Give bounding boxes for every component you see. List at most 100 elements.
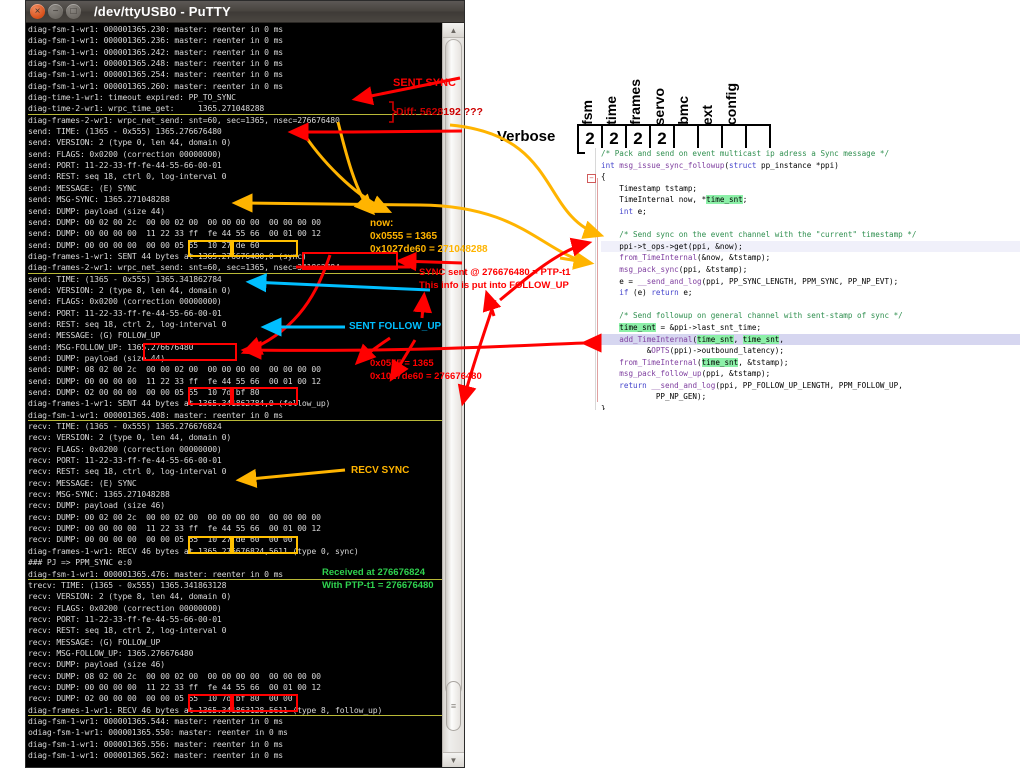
annotation-diff: Diff: 5628192 ??? bbox=[396, 106, 483, 118]
code-line: TimeInternal now, *time_snt; bbox=[601, 195, 748, 205]
annotation-sent-sync: SENT SYNC bbox=[393, 77, 456, 89]
terminal-line: diag-fsm-1-wr1: 000001365.260: master: r… bbox=[28, 80, 284, 91]
terminal-line: send: MSG-SYNC: 1365.271048288 bbox=[28, 194, 170, 205]
terminal-line: diag-fsm-1-wr1: 000001365.408: master: r… bbox=[28, 410, 442, 421]
annotation-fu-hex1: 0x0555 = 1365 bbox=[370, 358, 434, 369]
annotation-now-hex1: 0x0555 = 1365 bbox=[370, 231, 438, 242]
highlight-box-fu-0555 bbox=[188, 387, 232, 405]
terminal-line: diag-time-1-wr1: timeout expired: PP_TO_… bbox=[28, 92, 236, 103]
terminal-line: recv: DUMP: payload (size 46) bbox=[28, 659, 165, 670]
terminal-line: send: DUMP: payload (size 44) bbox=[28, 205, 165, 216]
highlight-box-sync-1027de60 bbox=[232, 240, 298, 257]
terminal-line: diag-frames-2-wr1: wrpc_net_send: snt=60… bbox=[28, 114, 340, 125]
code-line: return __send_and_log(ppi, PP_FOLLOW_UP_… bbox=[619, 380, 903, 390]
verbose-column-label-frames: frames bbox=[627, 79, 643, 125]
window-title-bar[interactable]: × − □ /dev/ttyUSB0 - PuTTY bbox=[26, 1, 464, 23]
annotation-now-label: now: bbox=[370, 218, 394, 229]
terminal-line: odiag-fsm-1-wr1: 000001365.550: master: … bbox=[28, 727, 288, 738]
terminal-line: diag-fsm-1-wr1: 000001365.544: master: r… bbox=[28, 715, 284, 726]
code-line: int msg_issue_sync_followup(struct pp_in… bbox=[601, 160, 839, 170]
verbose-column-label-config: config bbox=[723, 83, 739, 125]
terminal-line: diag-fsm-1-wr1: 000001365.562: master: r… bbox=[28, 750, 284, 760]
code-line: PP_NP_GEN); bbox=[601, 392, 707, 402]
scrollbar-thumb[interactable]: ≡ bbox=[446, 681, 461, 731]
highlight-box-sent-sync-time bbox=[302, 252, 398, 270]
terminal-line: recv: FLAGS: 0x0200 (correction 00000000… bbox=[28, 443, 222, 454]
highlight-box-msg-follow-up bbox=[143, 343, 237, 361]
highlight-box-fu-107dbf80 bbox=[232, 387, 298, 405]
code-line: } bbox=[601, 404, 606, 410]
minimize-glyph: − bbox=[52, 5, 59, 17]
code-line: &OPTS(ppi)->outbound_latency); bbox=[601, 346, 784, 356]
terminal-line: recv: MSG-SYNC: 1365.271048288 bbox=[28, 489, 170, 500]
highlight-box-recv-1027de60 bbox=[232, 536, 298, 554]
terminal-line: recv: MESSAGE: (G) FOLLOW_UP bbox=[28, 636, 161, 647]
terminal-scrollbar[interactable]: ▲ ≡ ▼ bbox=[442, 23, 464, 767]
maximize-icon[interactable]: □ bbox=[66, 4, 81, 19]
verbose-column-label-servo: servo bbox=[651, 87, 667, 125]
scrollbar-track-fill[interactable] bbox=[445, 39, 462, 696]
highlight-box-sync-0555 bbox=[188, 240, 232, 257]
terminal-line: recv: VERSION: 2 (type 8, len 44, domain… bbox=[28, 591, 232, 602]
code-line: if (e) return e; bbox=[619, 288, 693, 298]
terminal-line: send: FLAGS: 0x0200 (correction 00000000… bbox=[28, 148, 222, 159]
terminal-line: recv: DUMP: 08 02 00 2c 00 00 02 00 00 0… bbox=[28, 670, 321, 681]
terminal-line: recv: MSG-FOLLOW_UP: 1365.276676480 bbox=[28, 647, 194, 658]
verbose-column-label-bmc: bmc bbox=[675, 96, 691, 125]
terminal-line: diag-fsm-1-wr1: 000001365.236: master: r… bbox=[28, 35, 284, 46]
verbose-column-label-ext: ext bbox=[699, 104, 715, 125]
code-line: time_snt = &ppi->last_snt_time; bbox=[619, 322, 762, 332]
terminal-line: send: REST: seq 18, ctrl 0, log-interval… bbox=[28, 171, 227, 182]
code-line: add_TimeInternal(time_snt, time_snt, bbox=[601, 333, 1020, 346]
terminal-line: diag-fsm-1-wr1: 000001365.254: master: r… bbox=[28, 69, 284, 80]
scroll-down-arrow-icon[interactable]: ▼ bbox=[443, 752, 464, 767]
terminal-line: diag-fsm-1-wr1: 000001365.230: master: r… bbox=[28, 24, 284, 34]
terminal-line: send: TIME: (1365 - 0x555) 1365.27667648… bbox=[28, 126, 222, 137]
terminal-line: send: TIME: (1365 - 0x555) 1365.34186278… bbox=[28, 273, 222, 284]
terminal-line: recv: VERSION: 2 (type 0, len 44, domain… bbox=[28, 432, 232, 443]
terminal-line: send: MESSAGE: (E) SYNC bbox=[28, 182, 137, 193]
terminal-line: diag-fsm-1-wr1: 000001365.248: master: r… bbox=[28, 58, 284, 69]
minimize-icon[interactable]: − bbox=[48, 4, 63, 19]
terminal-line: send: VERSION: 2 (type 0, len 44, domain… bbox=[28, 137, 232, 148]
code-line: ppi->t_ops->get(ppi, &now); bbox=[601, 240, 1020, 253]
annotation-received-line2: With PTP-t1 = 276676480 bbox=[322, 580, 434, 591]
terminal-line: recv: DUMP: payload (size 46) bbox=[28, 500, 165, 511]
terminal-line: send: PORT: 11-22-33-ff-fe-44-55-66-00-0… bbox=[28, 307, 222, 318]
code-line: from_TimeInternal(&now, &tstamp); bbox=[619, 253, 771, 263]
terminal-line: recv: TIME: (1365 - 0x555) 1365.27667682… bbox=[28, 421, 222, 432]
terminal-line: recv: DUMP: 00 02 00 2c 00 00 02 00 00 0… bbox=[28, 511, 321, 522]
terminal-line: send: VERSION: 2 (type 8, len 44, domain… bbox=[28, 284, 232, 295]
terminal-line: recv: FLAGS: 0x0200 (correction 00000000… bbox=[28, 602, 222, 613]
window-title: /dev/ttyUSB0 - PuTTY bbox=[94, 4, 231, 19]
code-line: e = __send_and_log(ppi, PP_SYNC_LENGTH, … bbox=[601, 276, 899, 286]
annotation-received-line1: Received at 276676824 bbox=[322, 567, 425, 578]
code-line: { bbox=[601, 172, 606, 182]
code-line: from_TimeInternal(time_snt, &tstamp); bbox=[619, 357, 789, 367]
code-gutter bbox=[585, 148, 596, 410]
annotation-recv-sync: RECV SYNC bbox=[351, 465, 410, 476]
code-line: /* Send followup on general channel with… bbox=[601, 311, 903, 321]
highlight-box-recvfu-0555 bbox=[188, 694, 232, 712]
terminal-line: recv: MESSAGE: (E) SYNC bbox=[28, 477, 137, 488]
source-code-panel: − /* Pack and send on event multicast ip… bbox=[585, 148, 1020, 410]
verbose-label: Verbose bbox=[497, 128, 556, 145]
code-line: msg_pack_follow_up(ppi, &tstamp); bbox=[619, 369, 771, 379]
code-fold-toggle[interactable]: − bbox=[587, 174, 596, 183]
terminal-line: send: PORT: 11-22-33-ff-fe-44-55-66-00-0… bbox=[28, 160, 222, 171]
highlight-box-recvfu-107dbf80 bbox=[232, 694, 298, 712]
terminal-line: recv: DUMP: 00 00 00 00 11 22 33 ff fe 4… bbox=[28, 681, 321, 692]
code-line: msg_pack_sync(ppi, &tstamp); bbox=[619, 264, 748, 274]
terminal-line: send: FLAGS: 0x0200 (correction 00000000… bbox=[28, 296, 222, 307]
annotation-sync-sent-line2: This info is put into FOLLOW_UP bbox=[419, 280, 569, 291]
annotation-sent-follow-up: SENT FOLLOW_UP bbox=[349, 321, 442, 332]
scroll-up-arrow-icon[interactable]: ▲ bbox=[443, 23, 464, 38]
terminal-line: diag-fsm-1-wr1: 000001365.556: master: r… bbox=[28, 738, 284, 749]
code-fold-rail bbox=[597, 178, 598, 402]
highlight-box-recv-0555 bbox=[188, 536, 232, 554]
terminal-line: recv: REST: seq 18, ctrl 2, log-interval… bbox=[28, 625, 227, 636]
code-line: Timestamp tstamp; bbox=[601, 183, 698, 193]
code-line: int e; bbox=[619, 206, 647, 216]
close-icon[interactable]: × bbox=[30, 4, 45, 19]
